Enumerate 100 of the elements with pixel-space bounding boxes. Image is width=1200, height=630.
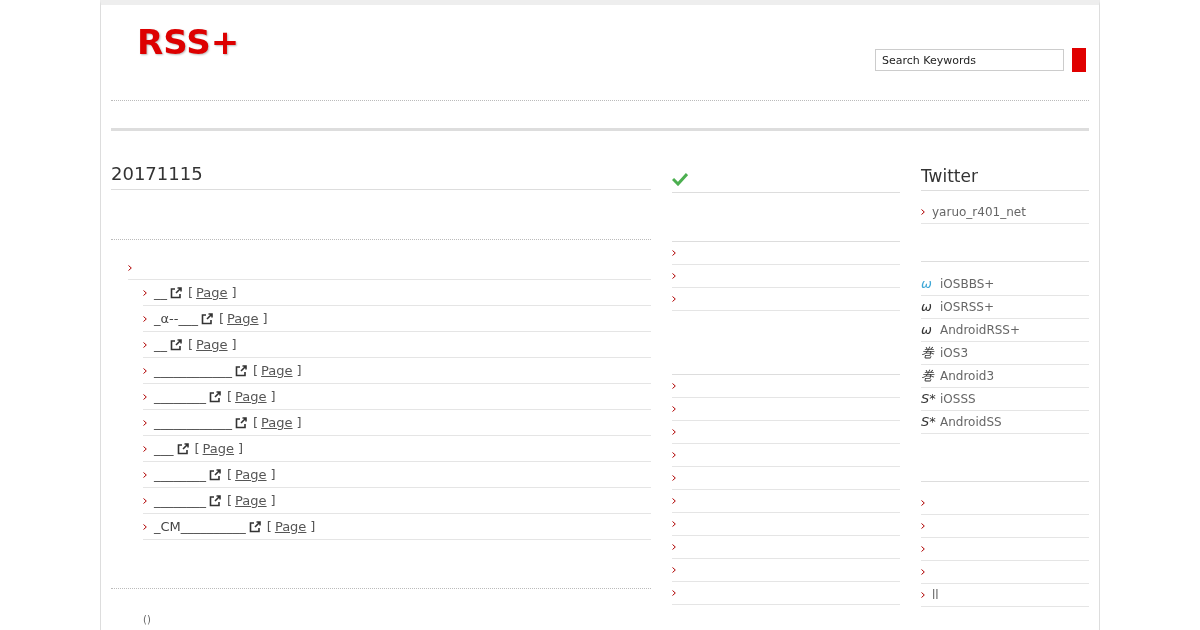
- article-link[interactable]: ___: [154, 438, 174, 459]
- post-date-title: 20171115: [111, 165, 203, 183]
- bracket-text: ]: [231, 335, 237, 354]
- chevron-icon: [143, 289, 147, 296]
- external-link-icon: [200, 312, 213, 325]
- external-link-icon: [209, 468, 221, 481]
- external-link-icon: [235, 364, 247, 377]
- chevron-icon: [672, 406, 676, 412]
- article-link[interactable]: ________: [154, 490, 206, 511]
- page-link[interactable]: Page: [235, 490, 267, 511]
- search-field[interactable]: Search Keywords: [875, 49, 1064, 71]
- bracket-text: ]: [262, 309, 268, 328]
- bracket-text: [: [188, 335, 194, 354]
- page-link[interactable]: Page: [261, 412, 293, 433]
- chevron-icon: [143, 315, 147, 322]
- bracket-text: ]: [296, 361, 302, 380]
- external-link-icon: [209, 494, 221, 507]
- page-link[interactable]: Page: [235, 464, 267, 485]
- chevron-icon: [672, 521, 676, 527]
- article-link[interactable]: ____________: [154, 360, 232, 381]
- chevron-icon: [921, 523, 925, 529]
- app-link[interactable]: AndroidRSS+: [940, 321, 1021, 339]
- page-link[interactable]: Page: [202, 438, 235, 459]
- app-icon: ω: [921, 274, 940, 294]
- app-link[interactable]: AndroidSS: [940, 413, 1002, 431]
- chevron-icon: [143, 341, 147, 348]
- chevron-icon: [672, 452, 676, 458]
- chevron-icon: [143, 419, 147, 426]
- app-link[interactable]: iOSRSS+: [940, 298, 995, 316]
- page-link[interactable]: Page: [227, 308, 259, 329]
- external-link-icon: [235, 416, 247, 429]
- external-link-icon: [170, 286, 182, 299]
- chevron-icon: [921, 546, 925, 552]
- external-link-icon: [176, 442, 189, 455]
- chevron-icon: [672, 296, 676, 302]
- article-link[interactable]: __: [154, 282, 167, 303]
- bracket-text: ]: [270, 387, 276, 406]
- chevron-icon: [921, 209, 925, 215]
- site-logo[interactable]: RSS+: [137, 25, 240, 59]
- chevron-icon: [672, 273, 676, 279]
- article-link[interactable]: ________: [154, 386, 206, 407]
- chevron-icon: [143, 445, 147, 452]
- chevron-icon: [672, 250, 676, 256]
- chevron-icon: [143, 367, 147, 374]
- article-link[interactable]: ____________: [154, 412, 232, 433]
- page-link[interactable]: Page: [274, 516, 307, 537]
- checkmark-icon: [672, 171, 688, 186]
- app-icon: 巻: [921, 366, 940, 386]
- bracket-text: ]: [310, 517, 316, 536]
- bracket-text: ]: [238, 439, 244, 458]
- twitter-account-link[interactable]: yaruo_r401_net: [932, 203, 1026, 221]
- article-link[interactable]: ________: [154, 464, 206, 485]
- search-button[interactable]: [1072, 48, 1086, 72]
- chevron-icon: [128, 264, 132, 271]
- chevron-icon: [921, 592, 925, 598]
- bracket-text: [: [227, 491, 233, 510]
- chevron-icon: [672, 567, 676, 573]
- bracket-text: [: [266, 517, 272, 536]
- chevron-icon: [143, 497, 147, 504]
- external-link-icon: [248, 520, 261, 533]
- sidebar-title: Twitter: [921, 168, 978, 185]
- chevron-icon: [143, 393, 147, 400]
- chevron-icon: [672, 498, 676, 504]
- article-link[interactable]: _α--___: [154, 308, 198, 329]
- bracket-text: ]: [296, 413, 302, 432]
- app-icon: ω: [921, 297, 940, 317]
- footer-item-text: (): [143, 614, 151, 625]
- app-icon: ω: [921, 320, 940, 340]
- chevron-icon: [672, 544, 676, 550]
- article-link[interactable]: _CM__________: [154, 516, 246, 537]
- bracket-text: [: [188, 283, 194, 302]
- chevron-icon: [672, 475, 676, 481]
- chevron-icon: [672, 429, 676, 435]
- bracket-text: [: [194, 439, 200, 458]
- chevron-icon: [921, 500, 925, 506]
- bracket-text: [: [227, 387, 233, 406]
- sidebar-link[interactable]: ll: [932, 586, 939, 604]
- app-link[interactable]: Android3: [940, 367, 995, 385]
- bracket-text: [: [218, 309, 225, 328]
- bracket-text: ]: [270, 465, 276, 484]
- page-link[interactable]: Page: [196, 282, 228, 303]
- chevron-icon: [143, 523, 147, 530]
- bracket-text: ]: [270, 491, 276, 510]
- chevron-icon: [672, 383, 676, 389]
- app-link[interactable]: iOSSS: [940, 390, 976, 408]
- app-link[interactable]: iOS3: [940, 344, 969, 362]
- external-link-icon: [170, 338, 182, 351]
- bracket-text: [: [253, 413, 259, 432]
- external-link-icon: [209, 390, 221, 403]
- article-link[interactable]: __: [154, 334, 167, 355]
- page-link[interactable]: Page: [196, 334, 228, 355]
- bracket-text: ]: [231, 283, 237, 302]
- app-link[interactable]: iOSBBS+: [940, 275, 995, 293]
- app-icon: 巻: [921, 343, 940, 363]
- chevron-icon: [921, 569, 925, 575]
- chevron-icon: [143, 471, 147, 478]
- page-link[interactable]: Page: [261, 360, 293, 381]
- page-link[interactable]: Page: [235, 386, 267, 407]
- app-icon: S*: [921, 412, 940, 432]
- bracket-text: [: [227, 465, 233, 484]
